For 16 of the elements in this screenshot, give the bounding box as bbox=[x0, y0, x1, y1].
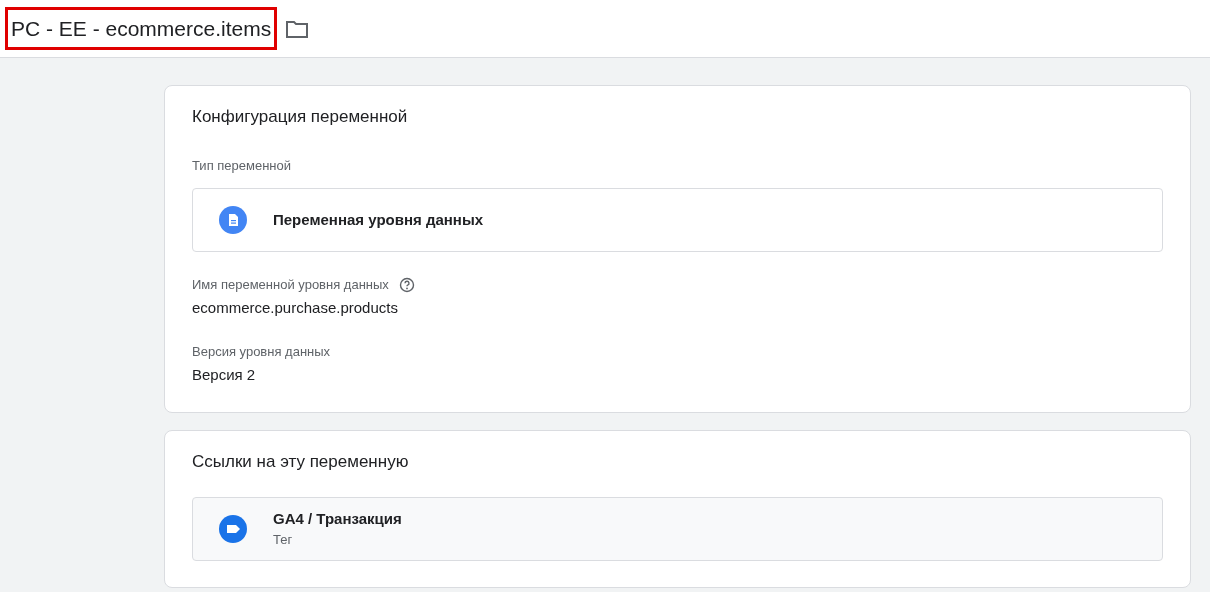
field-label: Тип переменной bbox=[192, 156, 293, 175]
document-icon bbox=[219, 206, 247, 234]
folder-icon[interactable] bbox=[285, 18, 310, 39]
help-icon[interactable] bbox=[398, 276, 415, 293]
field-value: Версия 2 bbox=[192, 364, 257, 385]
variable-type-selector[interactable]: Переменная уровня данных bbox=[192, 188, 1163, 252]
field-value: ecommerce.purchase.products bbox=[192, 297, 399, 318]
reference-type: Тег bbox=[273, 531, 294, 549]
card-title: Ссылки на эту переменную bbox=[192, 451, 410, 473]
reference-item[interactable]: GA4 / Транзакция Тег bbox=[192, 496, 1163, 561]
card-title: Конфигурация переменной bbox=[192, 106, 409, 128]
page-title: PC - EE - ecommerce.items bbox=[5, 6, 278, 51]
field-label: Версия уровня данных bbox=[192, 343, 331, 361]
tag-icon bbox=[219, 514, 247, 543]
field-label: Имя переменной уровня данных bbox=[192, 276, 389, 294]
reference-name: GA4 / Транзакция bbox=[273, 508, 402, 529]
